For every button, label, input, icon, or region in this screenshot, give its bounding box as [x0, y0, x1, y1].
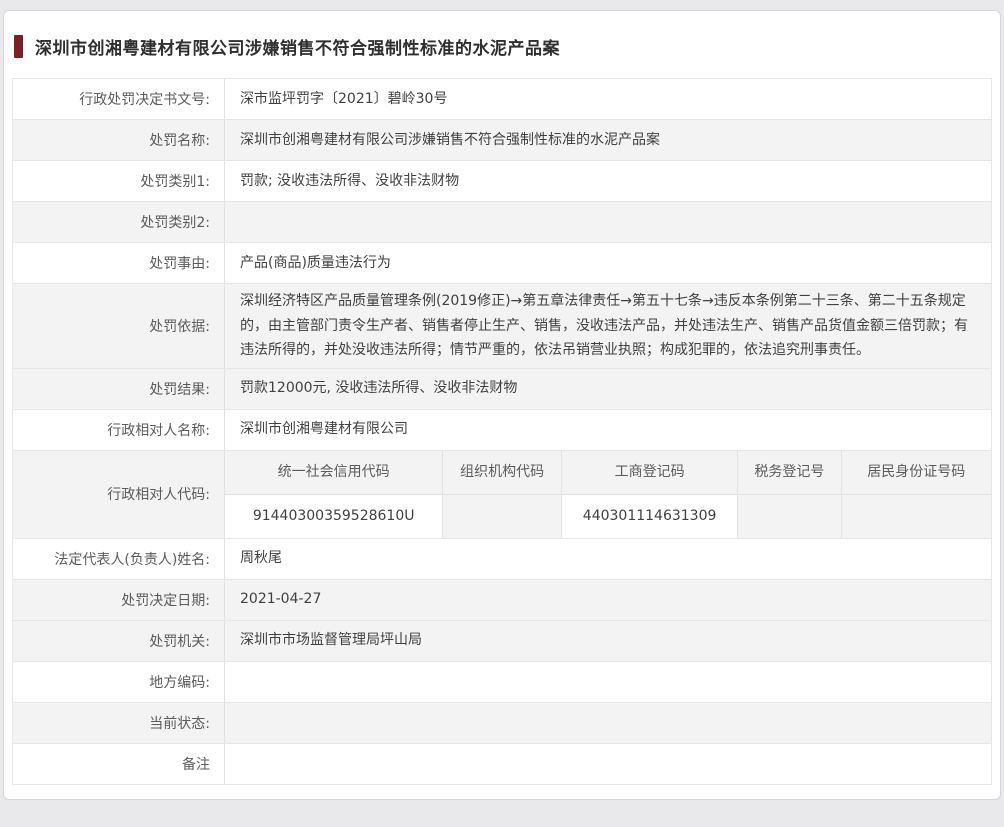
field-label: 行政相对人代码: — [13, 451, 225, 538]
row-penalty-name: 处罚名称: 深圳市创湘粤建材有限公司涉嫌销售不符合强制性标准的水泥产品案 — [13, 120, 991, 161]
row-penalty-reason: 处罚事由: 产品(商品)质量违法行为 — [13, 243, 991, 284]
party-codes-value-business-reg: 440301114631309 — [562, 495, 738, 538]
field-label: 处罚机关: — [13, 621, 225, 661]
field-value: 深市监坪罚字〔2021〕碧岭30号 — [225, 79, 991, 119]
field-value: 深圳市创湘粤建材有限公司涉嫌销售不符合强制性标准的水泥产品案 — [225, 120, 991, 160]
row-party-name: 行政相对人名称: 深圳市创湘粤建材有限公司 — [13, 410, 991, 451]
party-codes-grid: 统一社会信用代码 组织机构代码 工商登记码 税务登记号 居民身份证号码 9144… — [225, 451, 991, 538]
field-label: 地方编码: — [13, 662, 225, 702]
field-label: 处罚类别1: — [13, 161, 225, 201]
row-penalty-category-1: 处罚类别1: 罚款; 没收违法所得、没收非法财物 — [13, 161, 991, 202]
party-codes-value-id-number — [842, 495, 991, 538]
field-label: 行政相对人名称: — [13, 410, 225, 450]
party-codes-value-tax-reg — [738, 495, 841, 538]
field-value: 深圳经济特区产品质量管理条例(2019修正)→第五章法律责任→第五十七条→违反本… — [225, 284, 991, 368]
party-codes-header-credit-code: 统一社会信用代码 — [225, 451, 443, 494]
field-value: 深圳市市场监督管理局坪山局 — [225, 621, 991, 661]
field-label: 处罚名称: — [13, 120, 225, 160]
field-label: 法定代表人(负责人)姓名: — [13, 539, 225, 579]
party-codes-header-tax-reg: 税务登记号 — [738, 451, 841, 494]
row-penalty-doc-number: 行政处罚决定书文号: 深市监坪罚字〔2021〕碧岭30号 — [13, 79, 991, 120]
field-label: 行政处罚决定书文号: — [13, 79, 225, 119]
row-legal-representative: 法定代表人(负责人)姓名: 周秋尾 — [13, 539, 991, 580]
field-value — [225, 662, 991, 702]
field-value — [225, 202, 991, 242]
party-codes-value-org-code — [443, 495, 562, 538]
record-card: 深圳市创湘粤建材有限公司涉嫌销售不符合强制性标准的水泥产品案 行政处罚决定书文号… — [3, 10, 1001, 800]
row-local-code: 地方编码: — [13, 662, 991, 703]
row-penalty-category-2: 处罚类别2: — [13, 202, 991, 243]
party-codes-header-id-number: 居民身份证号码 — [842, 451, 991, 494]
field-label: 备注 — [13, 744, 225, 784]
field-label: 处罚事由: — [13, 243, 225, 283]
party-codes-value-row: 91440300359528610U 440301114631309 — [225, 495, 991, 538]
field-value: 罚款12000元, 没收违法所得、没收非法财物 — [225, 369, 991, 409]
party-codes-header-row: 统一社会信用代码 组织机构代码 工商登记码 税务登记号 居民身份证号码 — [225, 451, 991, 495]
row-remarks: 备注 — [13, 744, 991, 785]
field-value: 深圳市创湘粤建材有限公司 — [225, 410, 991, 450]
field-value — [225, 744, 991, 784]
field-label: 处罚决定日期: — [13, 580, 225, 620]
field-value: 产品(商品)质量违法行为 — [225, 243, 991, 283]
row-penalty-basis: 处罚依据: 深圳经济特区产品质量管理条例(2019修正)→第五章法律责任→第五十… — [13, 284, 991, 369]
row-current-status: 当前状态: — [13, 703, 991, 744]
row-penalty-result: 处罚结果: 罚款12000元, 没收违法所得、没收非法财物 — [13, 369, 991, 410]
field-value: 周秋尾 — [225, 539, 991, 579]
field-label: 处罚结果: — [13, 369, 225, 409]
party-codes-value-credit-code: 91440300359528610U — [225, 495, 443, 538]
field-label: 处罚类别2: — [13, 202, 225, 242]
row-party-codes: 行政相对人代码: 统一社会信用代码 组织机构代码 工商登记码 税务登记号 居民身… — [13, 451, 991, 539]
title-bar: 深圳市创湘粤建材有限公司涉嫌销售不符合强制性标准的水泥产品案 — [12, 11, 992, 78]
party-codes-table: 统一社会信用代码 组织机构代码 工商登记码 税务登记号 居民身份证号码 9144… — [225, 451, 991, 538]
page-title: 深圳市创湘粤建材有限公司涉嫌销售不符合强制性标准的水泥产品案 — [35, 34, 560, 59]
field-label: 当前状态: — [13, 703, 225, 743]
party-codes-header-org-code: 组织机构代码 — [443, 451, 562, 494]
row-penalty-authority: 处罚机关: 深圳市市场监督管理局坪山局 — [13, 621, 991, 662]
field-label: 处罚依据: — [13, 284, 225, 368]
page: 深圳市创湘粤建材有限公司涉嫌销售不符合强制性标准的水泥产品案 行政处罚决定书文号… — [0, 10, 1004, 827]
field-value: 2021-04-27 — [225, 580, 991, 620]
field-value: 罚款; 没收违法所得、没收非法财物 — [225, 161, 991, 201]
penalty-record-table: 行政处罚决定书文号: 深市监坪罚字〔2021〕碧岭30号 处罚名称: 深圳市创湘… — [12, 78, 992, 785]
title-accent-marker-icon — [14, 35, 23, 58]
field-value — [225, 703, 991, 743]
row-penalty-decision-date: 处罚决定日期: 2021-04-27 — [13, 580, 991, 621]
party-codes-header-business-reg: 工商登记码 — [562, 451, 738, 494]
